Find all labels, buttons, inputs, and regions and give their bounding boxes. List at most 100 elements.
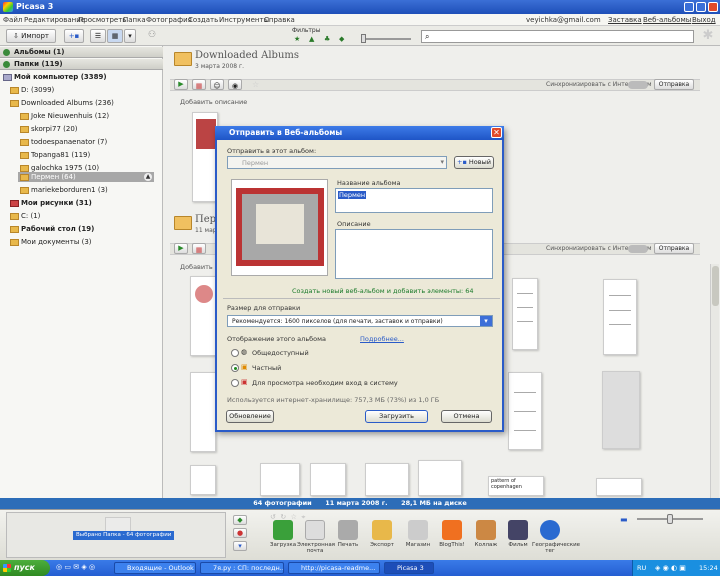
photo-thumbnail[interactable] (602, 371, 640, 449)
print-icon[interactable] (338, 520, 358, 540)
send-button[interactable]: Отправка (654, 243, 694, 254)
chevron-down-icon[interactable]: ▾ (480, 316, 492, 326)
update-button[interactable]: Обновление (226, 410, 274, 423)
taskbar-item-picasa[interactable]: Picasa 3 (384, 562, 434, 574)
star-filter-icon[interactable]: ★ (294, 35, 300, 43)
upload-status-icon[interactable]: ▲ (144, 173, 152, 181)
close-window-button[interactable] (708, 2, 718, 12)
photo-thumbnail[interactable] (190, 372, 216, 452)
filter-slider-handle[interactable] (361, 34, 366, 43)
outlook-icon[interactable]: ✉ (73, 563, 79, 571)
cancel-button[interactable]: Отмена (441, 410, 492, 423)
menu-photo[interactable]: Фотография (146, 16, 192, 24)
photo-thumbnail[interactable] (603, 279, 637, 355)
more-info-link[interactable]: Подробнее... (360, 335, 404, 343)
new-album-button[interactable]: +▪ Новый (454, 156, 494, 169)
geotag-button[interactable]: ◉ (228, 79, 242, 90)
minimize-button[interactable] (684, 2, 694, 12)
play-slideshow-button[interactable]: ▶ (174, 243, 188, 254)
filter-slider[interactable] (361, 38, 411, 40)
hold-button[interactable]: ◆ (233, 515, 247, 525)
tag-icon[interactable]: ⌖ (301, 513, 305, 521)
export-icon[interactable] (372, 520, 392, 540)
photo-thumbnail[interactable] (596, 478, 642, 496)
taskbar-item-7ya[interactable]: 7я.ру : СП: последн... (200, 562, 284, 574)
collage-icon[interactable] (476, 520, 496, 540)
import-button[interactable]: ⇩ Импорт (6, 29, 56, 43)
tree-item-drive-d[interactable]: D: (3099) (10, 85, 54, 95)
search-input[interactable]: ⌕ (421, 30, 694, 43)
email-icon[interactable] (305, 520, 325, 540)
private-radio[interactable] (231, 364, 239, 372)
app-icon[interactable]: ◎ (89, 563, 95, 571)
dialog-close-button[interactable]: ✕ (491, 127, 502, 138)
start-button[interactable]: пуск (0, 560, 50, 576)
add-to-album-button[interactable]: +▪ (64, 29, 84, 43)
geotag-icon[interactable] (540, 520, 560, 540)
web-albums-link[interactable]: Веб-альбомы (643, 16, 691, 24)
vertical-scrollbar[interactable] (710, 264, 719, 498)
signin-radio[interactable] (231, 379, 239, 387)
tree-item-my-computer[interactable]: Мой компьютер (3389) (3, 72, 107, 82)
star-icon[interactable]: ☆ (252, 80, 259, 89)
photo-thumbnail[interactable] (190, 276, 216, 356)
geo-filter-icon[interactable]: ◆ (339, 35, 344, 43)
photo-thumbnail[interactable] (310, 463, 346, 496)
tree-item-todoespana[interactable]: todoespanaenator (7) (20, 137, 107, 147)
album-name-field[interactable]: Пермен (335, 188, 493, 213)
upload-filter-icon[interactable]: ▲ (309, 35, 314, 43)
photo-thumbnail[interactable] (260, 463, 300, 496)
logout-link[interactable]: Выход (692, 16, 716, 24)
thumbnail-view-button[interactable]: ▦ (107, 29, 123, 43)
clear-tray-button[interactable]: ● (233, 528, 247, 538)
desktop-icon[interactable]: ▭ (64, 563, 71, 571)
language-indicator[interactable]: RU (637, 560, 646, 576)
menu-file[interactable]: Файл (3, 16, 22, 24)
menu-help[interactable]: Справка (264, 16, 295, 24)
people-button[interactable]: ☺ (210, 79, 224, 90)
list-view-button[interactable]: ☰ (90, 29, 106, 43)
tree-item-marieke[interactable]: mariekeborduren1 (3) (20, 185, 108, 195)
tree-item-my-documents[interactable]: Мои документы (3) (10, 237, 92, 247)
maximize-button[interactable] (696, 2, 706, 12)
tree-item-skorpi[interactable]: skorpi77 (20) (20, 124, 78, 134)
play-slideshow-button[interactable]: ▶ (174, 79, 188, 90)
screensaver-link[interactable]: Заставка (608, 16, 642, 24)
shop-icon[interactable] (408, 520, 428, 540)
collage-button[interactable]: ▦ (192, 79, 206, 90)
photo-thumbnail[interactable] (512, 278, 538, 350)
tree-item-desktop[interactable]: Рабочий стол (19) (10, 224, 94, 234)
menu-view[interactable]: Просмотреть (78, 16, 126, 24)
add-description-link[interactable]: Добавить описание (180, 98, 247, 106)
photo-thumbnail[interactable] (418, 460, 462, 496)
tree-item-downloaded-albums[interactable]: Downloaded Albums (236) (10, 98, 114, 108)
public-radio[interactable] (231, 349, 239, 357)
send-button[interactable]: Отправка (654, 79, 694, 90)
menu-create[interactable]: Создать (188, 16, 218, 24)
media-icon[interactable]: ◈ (81, 563, 86, 571)
menu-edit[interactable]: Редактирование (24, 16, 85, 24)
tree-item-topanga[interactable]: Topanga81 (119) (20, 150, 90, 160)
taskbar-item-browser[interactable]: http://picasa-readme... (288, 562, 380, 574)
photo-thumbnail[interactable] (365, 463, 409, 496)
slider-handle[interactable] (667, 514, 673, 524)
photo-thumbnail[interactable]: pattern of copenhagen (488, 476, 544, 496)
tree-item-joke[interactable]: Joke Nieuwenhuis (12) (20, 111, 109, 121)
sync-toggle[interactable] (628, 81, 648, 89)
collage-button[interactable]: ▦ (192, 243, 206, 254)
albums-section-header[interactable]: Альбомы (1) (0, 47, 163, 58)
add-to-button[interactable]: ▾ (233, 541, 247, 551)
movie-icon[interactable] (508, 520, 528, 540)
tree-item-permen[interactable]: Пермен (64) ▲ (18, 172, 154, 182)
blogger-icon[interactable] (442, 520, 462, 540)
photo-thumbnail[interactable] (508, 372, 542, 450)
scrollbar-thumb[interactable] (712, 266, 719, 306)
tree-item-my-pictures[interactable]: Мои рисунки (31) (10, 198, 92, 208)
photo-thumbnail[interactable] (190, 465, 216, 495)
description-field[interactable] (335, 229, 493, 279)
taskbar-item-outlook[interactable]: Входящие - Outlook ... (114, 562, 196, 574)
menu-tools[interactable]: Инструменты (219, 16, 269, 24)
sync-toggle[interactable] (628, 245, 648, 253)
ie-icon[interactable]: ◎ (56, 563, 62, 571)
upload-icon[interactable] (273, 520, 293, 540)
